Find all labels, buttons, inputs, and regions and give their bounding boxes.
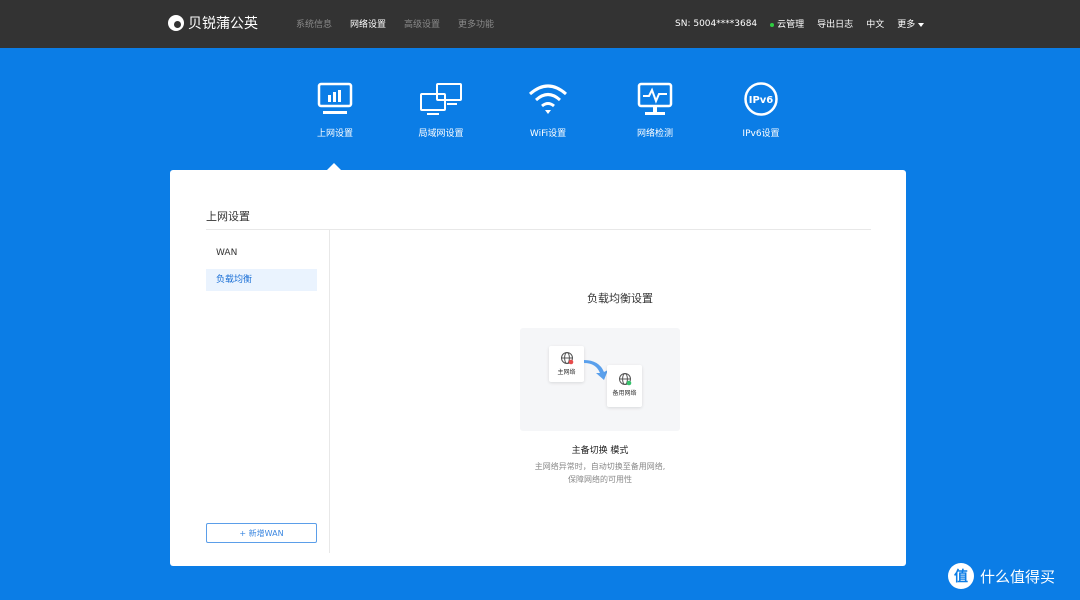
category-ipv6-settings[interactable]: IPv6 IPv6设置 bbox=[721, 82, 801, 139]
category-internet-settings[interactable]: 上网设置 bbox=[295, 82, 375, 139]
logo[interactable]: 贝锐蒲公英 bbox=[168, 13, 258, 33]
nav-network-settings[interactable]: 网络设置 bbox=[350, 17, 386, 30]
divider bbox=[206, 229, 871, 230]
serial-number: SN: 5004****3684 bbox=[675, 18, 758, 29]
category-wifi-settings[interactable]: WiFi设置 bbox=[508, 82, 588, 139]
category-label: 局域网设置 bbox=[418, 129, 464, 139]
globe-error-icon bbox=[560, 352, 573, 365]
mode-description-line-2: 保障网络的可用性 bbox=[568, 475, 632, 484]
primary-network-card: 主网络 bbox=[549, 346, 584, 382]
header-right: SN: 5004****3684 云管理 导出日志 中文 更多 bbox=[675, 17, 925, 30]
settings-card: 上网设置 WAN 负载均衡 + 新增WAN 负载均衡设置 主网络 备用网络 主备… bbox=[170, 170, 906, 566]
mode-description: 主网络异常时，自动切换至备用网络, 保障网络的可用性 bbox=[330, 460, 870, 486]
sidebar-item-load-balance[interactable]: 负载均衡 bbox=[206, 269, 317, 291]
add-wan-button[interactable]: + 新增WAN bbox=[206, 523, 317, 543]
network-monitor-icon bbox=[637, 82, 673, 115]
watermark-text: 什么值得买 bbox=[980, 567, 1056, 586]
sidebar-divider bbox=[329, 230, 330, 553]
backup-network-card: 备用网络 bbox=[607, 365, 642, 407]
primary-network-label: 主网络 bbox=[557, 369, 576, 376]
ipv6-icon: IPv6 bbox=[744, 82, 778, 116]
mode-description-line-1: 主网络异常时，自动切换至备用网络, bbox=[534, 462, 666, 471]
top-bar: 贝锐蒲公英 系统信息 网络设置 高级设置 更多功能 SN: 5004****36… bbox=[0, 0, 1080, 48]
wifi-icon bbox=[529, 84, 567, 114]
sidebar-item-wan[interactable]: WAN bbox=[206, 242, 317, 264]
watermark: 值 什么值得买 bbox=[948, 563, 1055, 589]
main-nav: 系统信息 网络设置 高级设置 更多功能 bbox=[296, 17, 494, 30]
arrow-icon bbox=[584, 360, 608, 380]
nav-system-info[interactable]: 系统信息 bbox=[296, 17, 332, 30]
globe-ok-icon bbox=[618, 373, 631, 386]
logo-icon bbox=[168, 15, 184, 31]
nav-more-features[interactable]: 更多功能 bbox=[458, 17, 494, 30]
category-network-detection[interactable]: 网络检测 bbox=[615, 82, 695, 139]
svg-text:IPv6: IPv6 bbox=[749, 95, 774, 106]
monitor-chart-icon bbox=[317, 82, 353, 114]
mode-title: 主备切换 模式 bbox=[571, 446, 629, 456]
cloud-management-link[interactable]: 云管理 bbox=[770, 17, 804, 30]
category-label: 网络检测 bbox=[636, 129, 673, 139]
nav-advanced-settings[interactable]: 高级设置 bbox=[404, 17, 440, 30]
card-title: 上网设置 bbox=[206, 210, 250, 223]
caret-down-icon bbox=[918, 22, 925, 27]
failover-illustration: 主网络 备用网络 bbox=[520, 328, 680, 431]
category-label: IPv6设置 bbox=[742, 129, 780, 139]
category-label: WiFi设置 bbox=[529, 129, 567, 139]
language-switch[interactable]: 中文 bbox=[866, 17, 884, 30]
category-label: 上网设置 bbox=[316, 129, 353, 139]
export-log-link[interactable]: 导出日志 bbox=[817, 17, 853, 30]
active-category-pointer bbox=[327, 163, 341, 170]
more-menu[interactable]: 更多 bbox=[897, 17, 925, 30]
watermark-logo-icon: 值 bbox=[948, 563, 974, 589]
content-title: 负载均衡设置 bbox=[587, 292, 653, 305]
lan-monitors-icon bbox=[420, 83, 462, 115]
backup-network-label: 备用网络 bbox=[612, 390, 637, 397]
status-dot-icon bbox=[770, 22, 775, 27]
category-lan-settings[interactable]: 局域网设置 bbox=[401, 82, 481, 139]
logo-text: 贝锐蒲公英 bbox=[188, 16, 258, 32]
